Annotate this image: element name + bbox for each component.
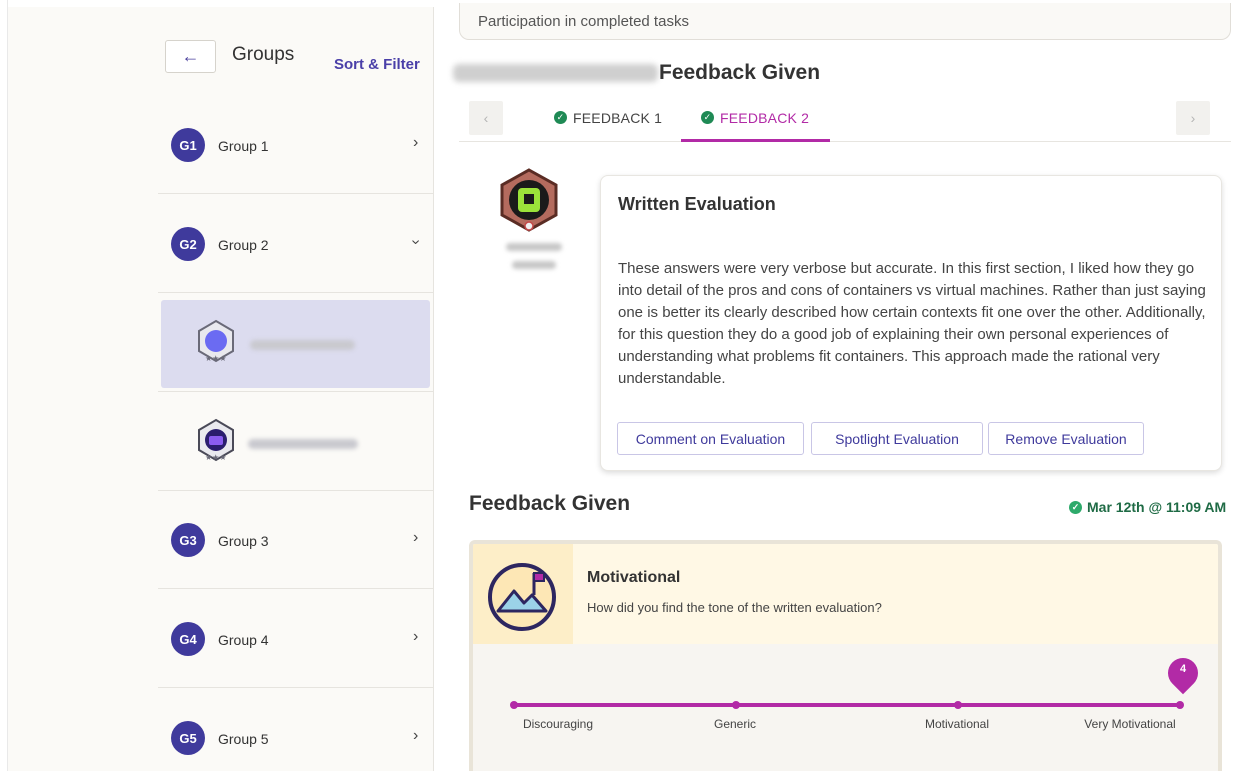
participation-panel: Participation in completed tasks <box>459 3 1231 40</box>
group-row-1[interactable]: G1 Group 1 › <box>158 96 433 194</box>
tab-label: FEEDBACK 2 <box>720 109 810 126</box>
chevron-right-icon: › <box>413 628 419 645</box>
scale-label: Generic <box>713 717 757 731</box>
comment-on-evaluation-button[interactable]: Comment on Evaluation <box>617 422 804 455</box>
group-name: Group 5 <box>218 731 269 747</box>
active-tab-indicator <box>681 139 830 142</box>
question-title: Motivational <box>587 569 681 586</box>
evaluation-heading: Written Evaluation <box>618 194 776 214</box>
svg-text:★★★: ★★★ <box>205 354 227 363</box>
group-name: Group 2 <box>218 237 269 253</box>
groups-sidebar: ← Groups Sort & Filter G1 Group 1 › G2 G… <box>8 7 434 771</box>
group-name: Group 4 <box>218 632 269 648</box>
member-name-redacted <box>250 340 355 350</box>
member-row-selected[interactable]: ★★★ <box>158 294 433 392</box>
evaluator-badge-icon <box>500 168 558 232</box>
participation-label: Participation in completed tasks <box>478 13 689 30</box>
scale-label: Discouraging <box>522 717 594 731</box>
group-avatar: G5 <box>171 721 205 755</box>
tab-label: FEEDBACK 1 <box>573 109 663 126</box>
evaluator-name-redacted <box>512 261 556 269</box>
spotlight-evaluation-button[interactable]: Spotlight Evaluation <box>811 422 983 455</box>
check-circle-icon: ✓ <box>1069 500 1082 514</box>
question-header: Motivational How did you find the tone o… <box>473 544 1218 644</box>
member-badge-icon: ★★★ <box>198 319 234 363</box>
evaluator-name-redacted <box>506 243 562 251</box>
member-row[interactable]: ★★★ <box>158 393 433 491</box>
left-edge <box>0 0 8 771</box>
member-name-redacted <box>248 439 358 449</box>
feedback-date: ✓ Mar 12th @ 11:09 AM <box>1069 499 1226 515</box>
scale-label: Very Motivational <box>1084 717 1176 731</box>
chevron-right-icon: › <box>413 529 419 546</box>
back-button[interactable]: ← <box>165 40 216 73</box>
svg-text:★★★: ★★★ <box>205 453 227 462</box>
arrow-left-icon: ← <box>181 46 200 66</box>
sidebar-title: Groups <box>232 44 295 65</box>
group-avatar: G2 <box>171 227 205 261</box>
group-row-4[interactable]: G4 Group 4 › <box>158 590 433 688</box>
question-icon-box <box>473 544 573 644</box>
group-avatar: G3 <box>171 523 205 557</box>
chevron-right-icon: › <box>413 727 419 744</box>
tab-feedback-2[interactable]: ✓ FEEDBACK 2 <box>701 94 809 141</box>
remove-evaluation-button[interactable]: Remove Evaluation <box>988 422 1144 455</box>
group-row-2[interactable]: G2 Group 2 › <box>158 195 433 293</box>
written-evaluation-card: Written Evaluation These answers were ve… <box>600 175 1222 471</box>
tab-feedback-1[interactable]: ✓ FEEDBACK 1 <box>554 94 662 141</box>
check-circle-icon: ✓ <box>554 111 567 124</box>
sort-filter-link[interactable]: Sort & Filter <box>334 56 420 73</box>
group-avatar: G4 <box>171 622 205 656</box>
scale-label: Motivational <box>924 717 990 731</box>
group-row-3[interactable]: G3 Group 3 › <box>158 491 433 589</box>
chevron-right-icon: › <box>413 134 419 151</box>
student-name-redacted <box>453 64 658 82</box>
scale-track <box>514 703 1180 707</box>
scale-point <box>1176 701 1184 709</box>
group-name: Group 3 <box>218 533 269 549</box>
question-text: How did you find the tone of the written… <box>587 600 882 615</box>
member-badge-icon: ★★★ <box>198 418 234 462</box>
scale-point <box>732 701 740 709</box>
selected-value: 4 <box>1179 663 1187 675</box>
main-panel: Participation in completed tasks Feedbac… <box>435 3 1246 771</box>
group-row-5[interactable]: G5 Group 5 › <box>158 689 433 771</box>
feedback-date-text: Mar 12th @ 11:09 AM <box>1087 499 1227 515</box>
group-name: Group 1 <box>218 138 269 154</box>
scale-point <box>510 701 518 709</box>
tab-next-button[interactable]: › <box>1176 101 1210 135</box>
feedback-title: Feedback Given <box>659 61 821 84</box>
feedback-question-card: Motivational How did you find the tone o… <box>469 540 1222 771</box>
app-frame: ← Groups Sort & Filter G1 Group 1 › G2 G… <box>0 0 1246 771</box>
tab-prev-button[interactable]: ‹ <box>469 101 503 135</box>
scale-point <box>954 701 962 709</box>
rating-scale: Discouraging Generic Motivational Very M… <box>473 644 1218 771</box>
check-circle-icon: ✓ <box>701 111 714 124</box>
feedback-tabs: ‹ ✓ FEEDBACK 1 ✓ FEEDBACK 2 › <box>459 94 1231 142</box>
evaluation-body: These answers were very verbose but accu… <box>618 260 1206 387</box>
group-avatar: G1 <box>171 128 205 162</box>
evaluator-profile <box>490 162 610 292</box>
chevron-down-icon: › <box>407 239 425 245</box>
mountain-flag-icon <box>488 563 556 631</box>
feedback-given-heading: Feedback Given <box>469 492 631 515</box>
